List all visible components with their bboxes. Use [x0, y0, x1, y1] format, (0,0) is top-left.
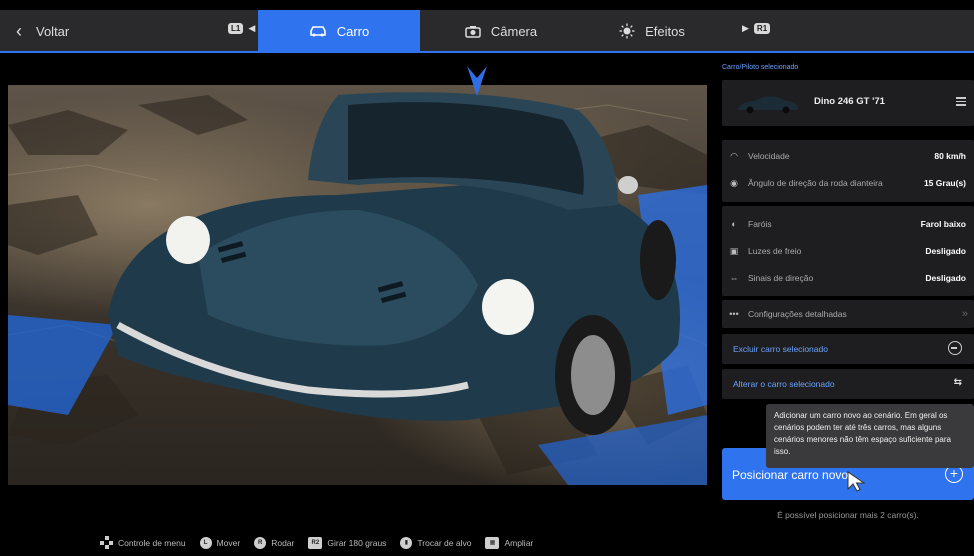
tab-car-label: Carro	[336, 23, 370, 39]
headlights-label: Faróis	[748, 219, 772, 229]
camera-icon	[465, 25, 481, 38]
selection-marker-icon	[467, 66, 487, 96]
headlight-icon: ◐	[731, 219, 737, 229]
tooltip: Adicionar um carro novo ao cenário. Em g…	[766, 404, 974, 468]
r1-next-tab-hint[interactable]: ▶ R1	[742, 23, 771, 34]
legend-item: R Rodar	[254, 536, 295, 549]
left-stick-icon: L	[199, 536, 212, 549]
legend-label: Ampliar	[504, 537, 534, 548]
triangle-right-icon: ▶	[742, 23, 749, 33]
change-car-label: Alterar o carro selecionado	[733, 379, 835, 389]
top-accent-line	[0, 51, 974, 53]
tab-car[interactable]: Carro	[258, 10, 420, 52]
controls-legend: Controle de menu L Mover R Rodar R2 Gira…	[100, 536, 533, 549]
delete-car-button[interactable]: Excluir carro selecionado	[722, 334, 974, 364]
double-chevron-right-icon: »	[961, 308, 968, 320]
motion-settings-card: ◠ Velocidade 80 km/h ◉ Ângulo de direção…	[722, 140, 974, 202]
steering-angle-row[interactable]: ◉ Ângulo de direção da roda dianteira 15…	[722, 171, 974, 195]
speedometer-icon: ◠	[730, 150, 738, 161]
car-name: Dino 246 GT '71	[814, 96, 885, 107]
lights-settings-card: ◐ Faróis Farol baixo ▣ Luzes de freio De…	[722, 206, 974, 296]
steering-angle-value: 15 Grau(s)	[923, 178, 966, 188]
l1-button-icon: L1	[228, 23, 244, 34]
legend-item: ▮ Trocar de alvo	[400, 536, 472, 549]
detailed-settings-label: Configurações detalhadas	[748, 309, 847, 319]
delete-car-label: Excluir carro selecionado	[733, 344, 828, 354]
tab-camera-label: Câmera	[490, 23, 538, 39]
selected-car-card[interactable]: Dino 246 GT '71	[722, 80, 974, 126]
tab-effects[interactable]: Efeitos	[582, 10, 722, 52]
more-dots-icon: •••	[729, 309, 739, 319]
turn-signal-icon: ⇔	[729, 273, 739, 283]
back-label: Voltar	[36, 23, 70, 39]
brake-lights-label: Luzes de freio	[748, 246, 802, 256]
legend-item: ▦ Ampliar	[485, 536, 534, 549]
touchpad-icon: ▮	[400, 536, 413, 549]
legend-item: R2 Girar 180 graus	[308, 536, 387, 549]
menu-icon[interactable]	[956, 97, 966, 108]
r1-button-icon: R1	[753, 23, 771, 34]
headlights-row[interactable]: ◐ Faróis Farol baixo	[722, 212, 974, 236]
keyboard-icon: ▦	[485, 536, 500, 549]
detailed-settings-button[interactable]: ••• Configurações detalhadas »	[722, 300, 974, 328]
legend-label: Rodar	[271, 537, 295, 548]
tab-effects-label: Efeitos	[645, 23, 685, 39]
triangle-left-icon: ◀	[248, 23, 256, 33]
brake-lights-row[interactable]: ▣ Luzes de freio Desligado	[722, 239, 974, 263]
speed-row[interactable]: ◠ Velocidade 80 km/h	[722, 144, 974, 168]
legend-label: Girar 180 graus	[327, 537, 387, 548]
legend-label: Trocar de alvo	[417, 537, 472, 548]
back-button[interactable]: ‹ Voltar	[16, 10, 69, 52]
legend-label: Controle de menu	[118, 537, 186, 548]
brake-light-icon: ▣	[729, 245, 739, 256]
detailed-settings-row: ••• Configurações detalhadas »	[722, 302, 974, 326]
scene-illustration	[8, 92, 707, 485]
speed-value: 80 km/h	[934, 151, 966, 161]
swap-icon: ⇆	[953, 377, 962, 388]
legend-item: L Mover	[199, 536, 241, 549]
remaining-cars-note: É possível posicionar mais 2 carro(s).	[777, 510, 919, 520]
sun-icon	[619, 23, 635, 39]
minus-circle-icon	[948, 341, 962, 355]
steering-angle-label: Ângulo de direção da roda dianteira	[748, 178, 883, 188]
car-thumbnail-icon	[738, 96, 798, 114]
cursor-arrow-icon	[847, 471, 866, 492]
chevron-left-icon: ‹	[16, 21, 22, 41]
top-nav-bar: ‹ Voltar L1 ◀ Carro Câmera Efeitos ▶ R1	[0, 10, 974, 52]
tab-camera[interactable]: Câmera	[420, 10, 582, 52]
legend-label: Mover	[216, 537, 241, 548]
turn-signals-row[interactable]: ⇔ Sinais de direção Desligado	[722, 266, 974, 290]
legend-item: Controle de menu	[100, 536, 186, 549]
r2-button-icon: R2	[308, 536, 323, 549]
steering-icon: ◉	[730, 177, 738, 188]
selected-car-section-label: Carro/Piloto selecionado	[722, 64, 799, 71]
change-car-button[interactable]: Alterar o carro selecionado ⇆	[722, 369, 974, 399]
turn-signals-label: Sinais de direção	[748, 273, 814, 283]
car-icon	[309, 26, 326, 37]
turn-signals-value: Desligado	[925, 273, 966, 283]
brake-lights-value: Desligado	[925, 246, 966, 256]
speed-label: Velocidade	[748, 151, 790, 161]
place-new-car-label: Posicionar carro novo	[732, 468, 849, 482]
headlights-value: Farol baixo	[920, 219, 966, 229]
l1-prev-tab-hint[interactable]: L1 ◀	[228, 23, 255, 34]
photo-scene-viewport[interactable]	[8, 85, 707, 485]
right-stick-icon: R	[254, 536, 267, 549]
dpad-icon	[100, 536, 113, 549]
